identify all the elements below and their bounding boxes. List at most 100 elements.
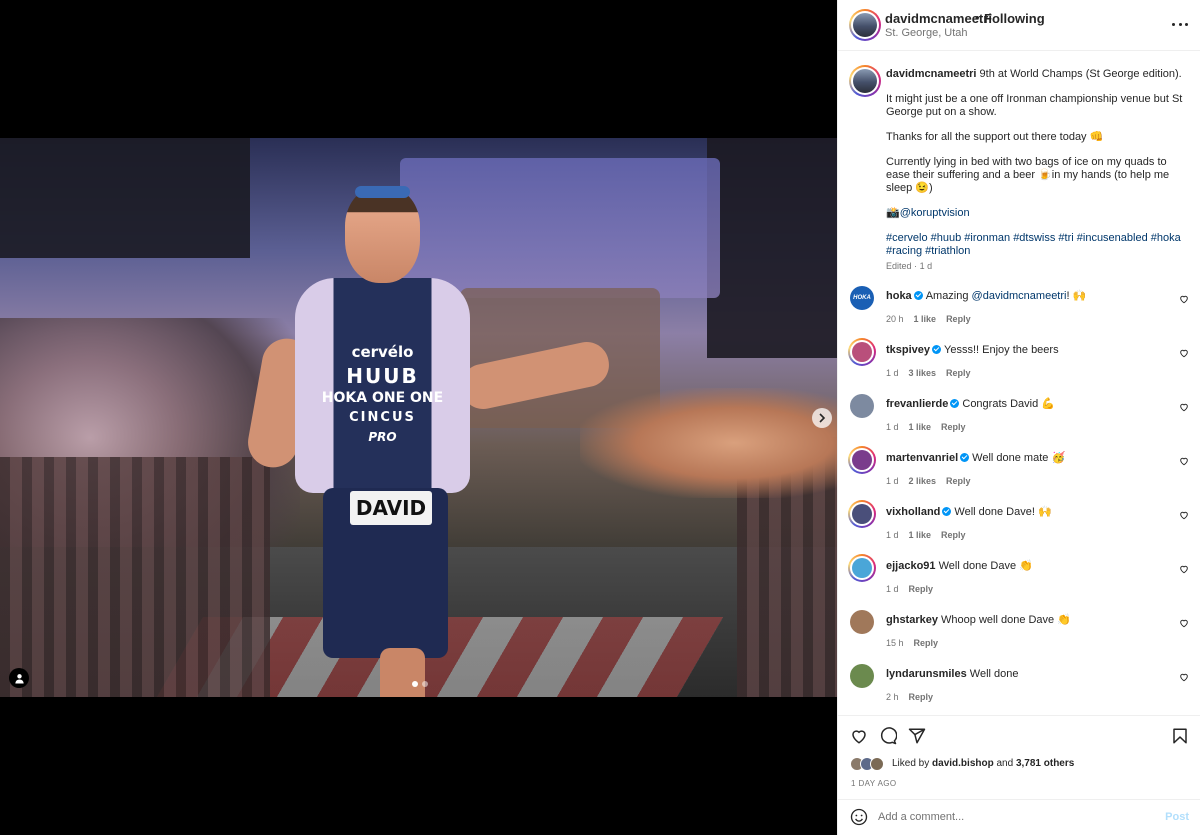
comment-username[interactable]: lyndarunsmiles [886, 668, 967, 680]
caption-line: 9th at World Champs (St George edition). [979, 68, 1182, 80]
avatar[interactable]: HOKA [850, 286, 874, 310]
avatar[interactable] [848, 500, 876, 528]
comment-input[interactable] [878, 806, 1148, 828]
heart-icon[interactable] [1179, 456, 1189, 466]
comment-likes[interactable]: 1 like [914, 314, 937, 324]
reply-button[interactable]: Reply [946, 368, 971, 378]
avatar[interactable] [850, 394, 874, 418]
reply-button[interactable]: Reply [941, 530, 966, 540]
avatar[interactable] [850, 664, 874, 688]
comment-meta: 1 d 2 likes Reply [886, 476, 971, 486]
comment-body: frevanlierde Congrats David 💪 [886, 398, 1166, 411]
post-comment-button[interactable]: Post [1165, 811, 1189, 823]
likes-count[interactable]: 3,781 others [1016, 758, 1074, 769]
comment-meta: 1 d 3 likes Reply [886, 368, 971, 378]
post-photo[interactable]: cervélo HUUB HOKA ONE ONE CINCUS PRO DAV… [0, 138, 837, 697]
avatar[interactable] [848, 554, 876, 582]
comment-body: tkspivey Yesss!! Enjoy the beers [886, 344, 1166, 357]
comment-time[interactable]: 1 d [886, 584, 899, 594]
runner-arm [456, 337, 614, 414]
reply-button[interactable]: Reply [909, 584, 934, 594]
heart-icon[interactable] [1179, 402, 1189, 412]
heart-icon[interactable] [850, 727, 868, 745]
comment-text: Congrats David 💪 [962, 398, 1055, 410]
following-button[interactable]: Following [984, 11, 1045, 26]
liker-avatars[interactable] [850, 757, 884, 771]
bookmark-icon[interactable] [1171, 727, 1189, 745]
barrier-left [0, 457, 270, 697]
edited-time[interactable]: 1 d [920, 261, 933, 271]
avatar[interactable] [848, 338, 876, 366]
comment-time[interactable]: 1 d [886, 530, 899, 540]
comment-meta: 2 h Reply [886, 692, 933, 702]
heart-icon[interactable] [1179, 294, 1189, 304]
comment-time[interactable]: 2 h [886, 692, 899, 702]
carousel-dot [422, 681, 428, 687]
more-options-icon[interactable] [1172, 16, 1188, 32]
comment-time[interactable]: 1 d [886, 368, 899, 378]
comment-likes[interactable]: 1 like [909, 422, 932, 432]
caption-username[interactable]: davidmcnameetri [886, 68, 976, 80]
heart-icon[interactable] [1179, 564, 1189, 574]
reply-button[interactable]: Reply [946, 476, 971, 486]
comment-meta: 1 d 1 like Reply [886, 530, 966, 540]
camera-emoji: 📸 [886, 207, 900, 219]
comment-username[interactable]: hoka [886, 290, 912, 302]
comment-meta: 1 d 1 like Reply [886, 422, 966, 432]
comment-mention[interactable]: @davidmcnameetri [972, 290, 1067, 302]
comment-username[interactable]: tkspivey [886, 344, 930, 356]
comment-username[interactable]: martenvanriel [886, 452, 958, 464]
comment-time[interactable]: 1 d [886, 422, 899, 432]
avatar[interactable] [849, 65, 881, 97]
comment-item: tkspivey Yesss!! Enjoy the beers 1 d 3 like… [838, 338, 1200, 392]
post-timestamp[interactable]: 1 DAY AGO [851, 779, 897, 788]
comment-text: Yesss!! Enjoy the beers [944, 344, 1059, 356]
avatar[interactable] [850, 610, 874, 634]
comment-item: vixholland Well done Dave! 🙌 1 d 1 like Repl… [838, 500, 1200, 554]
comment-username[interactable]: frevanlierde [886, 398, 948, 410]
comments-scroll[interactable]: davidmcnameetri 9th at World Champs (St … [838, 51, 1200, 715]
heart-icon[interactable] [1179, 348, 1189, 358]
comment-time[interactable]: 1 d [886, 476, 899, 486]
liked-by-user[interactable]: david.bishop [932, 758, 994, 769]
comment-username[interactable]: ejjacko91 [886, 560, 936, 572]
reply-button[interactable]: Reply [909, 692, 934, 702]
comment-body: lyndarunsmiles Well done [886, 668, 1166, 681]
reply-button[interactable]: Reply [914, 638, 939, 648]
heart-icon[interactable] [1179, 672, 1189, 682]
comment-text: Well done mate 🥳 [972, 452, 1066, 464]
comment-likes[interactable]: 3 likes [909, 368, 937, 378]
comment-username[interactable]: vixholland [886, 506, 940, 518]
caption-text: davidmcnameetri 9th at World Champs (St … [886, 68, 1186, 270]
comment-icon[interactable] [879, 727, 897, 745]
comment-item: martenvanriel Well done mate 🥳 1 d 2 likes R… [838, 446, 1200, 500]
verified-icon [960, 453, 970, 462]
reply-button[interactable]: Reply [941, 422, 966, 432]
comment-likes[interactable]: 2 likes [909, 476, 937, 486]
share-icon[interactable] [908, 727, 926, 745]
caption-paragraph: Currently lying in bed with two bags of … [886, 156, 1170, 194]
carousel-next-icon[interactable] [812, 408, 832, 428]
comment-time[interactable]: 15 h [886, 638, 904, 648]
post-location[interactable]: St. George, Utah [885, 27, 968, 39]
heart-icon[interactable] [1179, 510, 1189, 520]
comment-username[interactable]: ghstarkey [886, 614, 938, 626]
edited-separator: · [914, 261, 918, 271]
caption-mention[interactable]: @koruptvision [900, 207, 970, 219]
caption-meta: Edited · 1 d [886, 261, 932, 271]
kit-logo: HOKA ONE ONE [321, 390, 444, 406]
caption-hashtags[interactable]: #cervelo #huub #ironman #dtswiss #tri #i… [886, 232, 1186, 258]
avatar[interactable] [849, 9, 881, 41]
comment-body: ghstarkey Whoop well done Dave 👏 [886, 614, 1166, 627]
comment-time[interactable]: 20 h [886, 314, 904, 324]
emoji-icon[interactable] [850, 808, 868, 826]
heart-icon[interactable] [1179, 618, 1189, 628]
liked-by-middle: and [993, 758, 1016, 769]
kit-logo: PRO [368, 430, 397, 444]
avatar-label: HOKA [853, 295, 871, 301]
background-banner [0, 138, 250, 258]
avatar[interactable] [848, 446, 876, 474]
reply-button[interactable]: Reply [946, 314, 971, 324]
tag-user-icon[interactable] [9, 668, 29, 688]
comment-likes[interactable]: 1 like [909, 530, 932, 540]
